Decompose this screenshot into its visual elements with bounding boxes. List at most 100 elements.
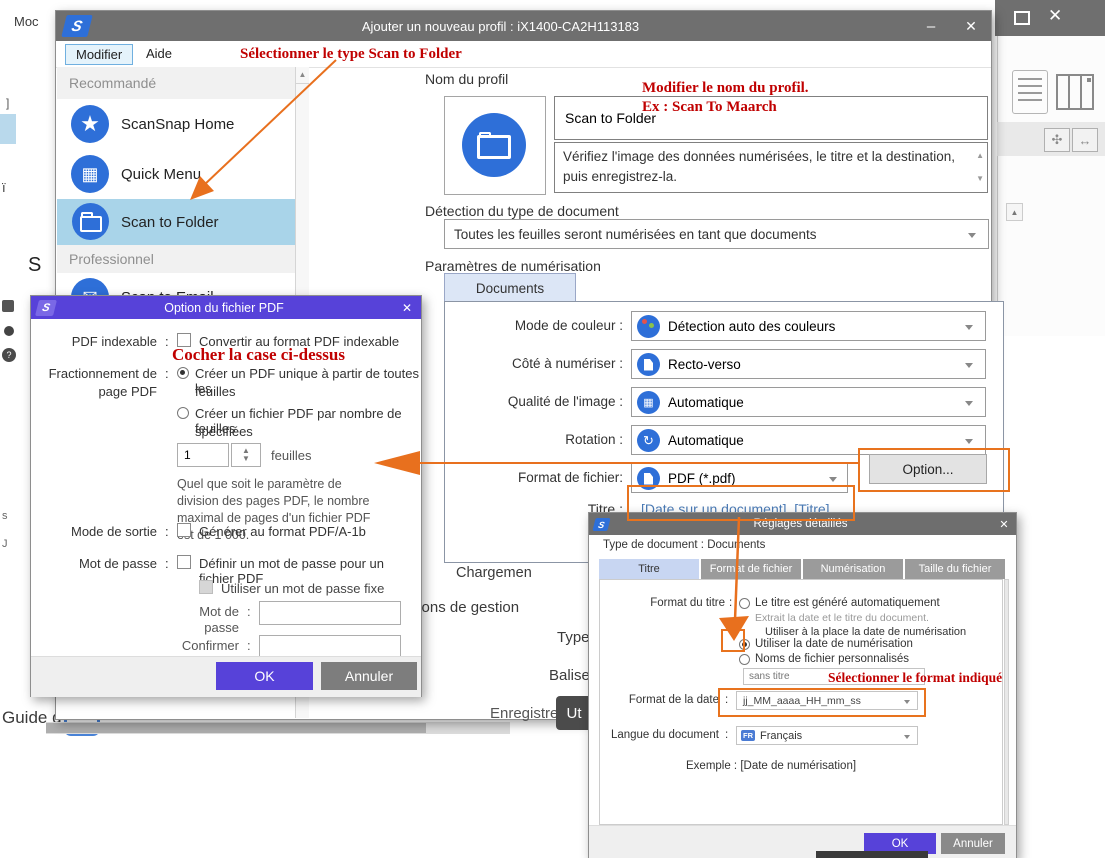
color-mode-select[interactable]: Détection auto des couleurs	[631, 311, 986, 341]
scroll-up-icon[interactable]: ▲	[976, 146, 984, 166]
sheets-stepper[interactable]: ▲ ▼	[231, 443, 261, 467]
background-menu-fragment: Moc	[14, 14, 39, 29]
doc-detect-label: Détection du type de document	[425, 203, 619, 219]
auto-title-label: Le titre est généré automatiquement	[755, 597, 940, 609]
close-icon[interactable]: ✕	[992, 518, 1016, 531]
pwd-field-label-line1: Mot de	[181, 604, 239, 619]
image-quality-select[interactable]: ▦ Automatique	[631, 387, 986, 417]
pdf-dialog-titlebar[interactable]: S Option du fichier PDF ✕	[31, 296, 421, 319]
doc-detect-select[interactable]: Toutes les feuilles seront numérisées en…	[444, 219, 989, 249]
horizontal-scrollbar-thumb[interactable]	[46, 723, 426, 733]
output-mode-label: Mode de sortie	[31, 524, 157, 539]
move-tool-icon[interactable]: ✣	[1044, 128, 1070, 152]
description-line: puis enregistrez-la.	[563, 167, 967, 187]
close-icon[interactable]: ✕	[1048, 6, 1062, 26]
auto-title-sub2: Utiliser à la place la date de numérisat…	[765, 626, 966, 638]
rotation-select[interactable]: ↻ Automatique	[631, 425, 986, 455]
maximize-icon[interactable]	[1014, 11, 1030, 25]
tab-taille-fichier[interactable]: Taille du fichier	[905, 559, 1005, 579]
horizontal-scrollbar[interactable]	[46, 722, 510, 734]
color-auto-icon	[637, 315, 660, 338]
pdfa-option-label: Générer au format PDF/A-1b	[199, 524, 366, 539]
date-format-select[interactable]: jj_MM_aaaa_HH_mm_ss	[736, 691, 918, 710]
auto-title-radio[interactable]	[739, 598, 750, 609]
menu-item-modifier[interactable]: Modifier	[65, 44, 133, 65]
background-icon-fragment	[2, 300, 14, 312]
example-label: Exemple : [Date de numérisation]	[686, 760, 856, 772]
tab-numerisation[interactable]: Numérisation	[803, 559, 903, 579]
details-scrollbar[interactable]	[1004, 579, 1009, 825]
cancel-button[interactable]: Annuler	[321, 662, 417, 690]
sidebar-item-scan-to-folder[interactable]: Scan to Folder	[57, 199, 295, 245]
chevron-down-icon	[965, 325, 973, 330]
folder-icon	[462, 113, 526, 177]
password-checkbox[interactable]	[177, 555, 191, 569]
fixed-password-label: Utiliser un mot de passe fixe	[221, 581, 384, 596]
custom-name-radio[interactable]	[739, 654, 750, 665]
minimize-icon[interactable]: –	[911, 18, 951, 35]
details-dialog-titlebar[interactable]: S Réglages détaillés ✕	[589, 513, 1016, 535]
fr-flag-badge: FR	[741, 730, 755, 741]
pin-icon	[4, 326, 14, 336]
profile-dialog-titlebar[interactable]: S Ajouter un nouveau profil : iX1400-CA2…	[56, 11, 991, 41]
quality-auto-icon: ▦	[637, 391, 660, 414]
option-button[interactable]: Option...	[869, 454, 987, 484]
custom-name-label: Noms de fichier personnalisés	[755, 653, 909, 665]
layout-view-icon[interactable]	[1056, 74, 1094, 110]
star-icon: ★	[71, 105, 109, 143]
pdfa-checkbox[interactable]	[177, 523, 191, 537]
chevron-down-icon	[904, 735, 910, 739]
annotation-select-format: Sélectionner le format indiqué	[828, 670, 1002, 686]
row-value: PDF (*.pdf)	[668, 471, 736, 486]
password-input[interactable]	[259, 601, 401, 625]
pwd-field-label-line2: passe	[181, 620, 239, 635]
split-label-line1: Fractionnement de	[31, 366, 157, 381]
details-dialog-title: Réglages détaillés	[609, 518, 992, 530]
date-format-label: Format de la date	[589, 694, 719, 706]
menu-item-aide[interactable]: Aide	[146, 46, 172, 61]
fixed-password-checkbox[interactable]	[199, 580, 213, 594]
sidebar-item-label: Scan to Folder	[121, 214, 219, 231]
sheets-count-input[interactable]	[177, 443, 229, 467]
horizontal-resize-icon[interactable]: ↔	[1072, 128, 1098, 152]
single-pdf-label-line2: feuilles	[195, 384, 235, 399]
close-icon[interactable]: ✕	[393, 301, 421, 315]
colon: :	[725, 694, 728, 706]
pdf-file-icon	[637, 467, 660, 490]
chevron-down-icon	[965, 401, 973, 406]
cancel-button[interactable]: Annuler	[941, 833, 1005, 854]
doc-type-label: Type de document : Documents	[603, 539, 765, 551]
background-glyph: ]	[6, 96, 9, 110]
single-pdf-radio[interactable]	[177, 367, 189, 379]
tab-titre[interactable]: Titre	[599, 559, 699, 579]
taskbar-fragment	[816, 851, 928, 858]
doc-language-label: Langue du document	[589, 729, 719, 741]
scroll-up-icon[interactable]: ▲	[1006, 203, 1023, 221]
split-pdf-radio[interactable]	[177, 407, 189, 419]
ok-button[interactable]: OK	[216, 662, 313, 690]
scan-date-radio[interactable]	[739, 639, 750, 650]
scansnap-logo-icon: S	[592, 518, 610, 531]
scansnap-logo-icon: S	[61, 15, 92, 37]
tab-format-fichier[interactable]: Format de fichier	[701, 559, 801, 579]
stepper-down-icon[interactable]: ▼	[242, 455, 250, 463]
file-format-select[interactable]: PDF (*.pdf)	[631, 463, 848, 493]
annotation-modify-name-line1: Modifier le nom du profil.	[642, 80, 809, 97]
sidebar-item-label: Quick Menu	[121, 166, 201, 183]
background-glyph-j: J	[2, 538, 8, 550]
scroll-down-icon[interactable]: ▼	[976, 169, 984, 189]
duplex-page-icon	[637, 353, 660, 376]
colon: :	[247, 604, 251, 619]
profile-description-box[interactable]: Vérifiez l'image des données numérisées,…	[554, 142, 988, 193]
doc-language-select[interactable]: FR Français	[736, 726, 918, 745]
scan-side-select[interactable]: Recto-verso	[631, 349, 986, 379]
list-view-icon[interactable]	[1012, 70, 1048, 114]
sidebar-item-scansnap-home[interactable]: ★ ScanSnap Home	[57, 99, 295, 149]
chevron-down-icon	[968, 233, 976, 238]
scroll-up-icon[interactable]: ▲	[296, 67, 309, 84]
tab-documents[interactable]: Documents	[444, 273, 576, 302]
close-icon[interactable]: ✕	[951, 18, 991, 35]
sidebar-item-quick-menu[interactable]: ▦ Quick Menu	[57, 149, 295, 199]
split-label-line2: page PDF	[31, 384, 157, 399]
annotation-check-box: Cocher la case ci-dessus	[172, 345, 345, 365]
